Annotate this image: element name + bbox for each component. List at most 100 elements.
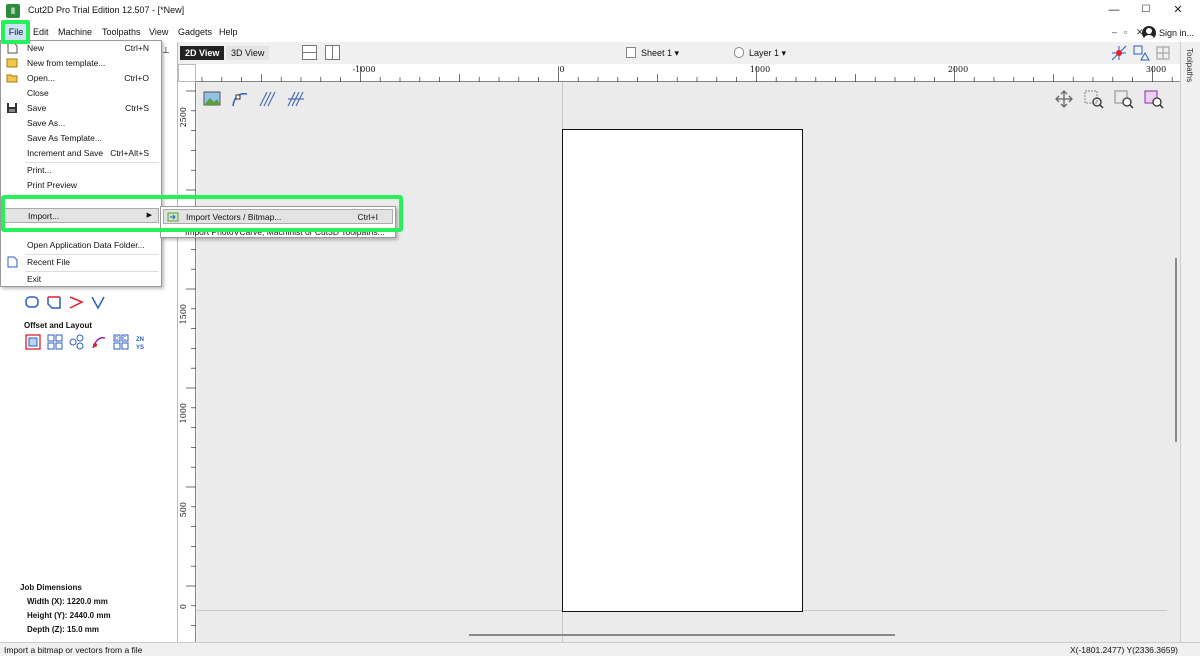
split-horizontal-icon[interactable] xyxy=(302,45,317,60)
array-copy-icon[interactable] xyxy=(47,334,63,350)
menu-gadgets[interactable]: Gadgets xyxy=(178,27,212,37)
horizontal-scrollbar[interactable] xyxy=(469,634,895,636)
material-sheet[interactable] xyxy=(562,129,803,612)
menu-item-print[interactable]: Print... xyxy=(1,163,161,178)
file-menu-highlight xyxy=(1,20,30,44)
ruler-label: 2000 xyxy=(947,65,969,74)
drawing-canvas[interactable] xyxy=(197,82,1180,642)
ruler-label: 0 xyxy=(559,65,565,74)
auto-layout-icon[interactable]: ZN YS xyxy=(135,334,151,350)
job-width: Width (X): 1220.0 mm xyxy=(27,597,108,606)
fillet-icon[interactable] xyxy=(24,294,40,310)
import-highlight xyxy=(1,195,403,232)
tool-row-vectors xyxy=(24,294,106,310)
status-message: Import a bitmap or vectors from a file xyxy=(4,645,143,655)
pan-icon[interactable] xyxy=(1053,88,1075,110)
sign-in-label: Sign in... xyxy=(1158,27,1194,38)
copy-along-path-icon[interactable] xyxy=(91,334,107,350)
sign-in-button[interactable]: Sign in... xyxy=(1141,24,1194,41)
menu-view[interactable]: View xyxy=(149,27,168,37)
menu-item-print-preview[interactable]: Print Preview xyxy=(1,178,161,193)
vertex-icon[interactable] xyxy=(90,294,106,310)
maximize-button[interactable]: ☐ xyxy=(1136,2,1156,18)
node-edit-icon[interactable] xyxy=(229,88,251,110)
zoom-extents-icon[interactable] xyxy=(1113,88,1135,110)
offset-layout-heading: Offset and Layout xyxy=(24,321,93,330)
close-button[interactable]: ✕ xyxy=(1168,2,1188,18)
sheet-icon xyxy=(626,47,636,58)
menu-item-save-as-template[interactable]: Save As Template... xyxy=(1,131,161,146)
ruler-label: 1000 xyxy=(749,65,771,74)
folder-open-icon xyxy=(6,74,18,83)
toolpath-show-icon[interactable] xyxy=(285,88,307,110)
ruler-label: 0 xyxy=(179,604,188,610)
ruler-label: -1000 xyxy=(352,65,376,74)
svg-text:ZN: ZN xyxy=(136,337,144,343)
layer-label: Layer 1 ▾ xyxy=(749,48,787,58)
snap-icon[interactable] xyxy=(1110,44,1128,62)
menu-edit[interactable]: Edit xyxy=(33,27,49,37)
sheet-label: Sheet 1 ▾ xyxy=(641,48,680,58)
dogbone-icon[interactable] xyxy=(68,294,84,310)
bitmap-icon[interactable] xyxy=(201,88,223,110)
menu-machine[interactable]: Machine xyxy=(58,27,92,37)
toolpath-preview-icon[interactable] xyxy=(257,88,279,110)
ruler-left: 2500 1500 1000 500 0 xyxy=(178,82,196,642)
menu-item-close[interactable]: Close xyxy=(1,86,161,101)
view-toolbar: 2D View 3D View Sheet 1 ▾ Layer 1 ▾ xyxy=(178,42,1180,64)
ruler-label: 1000 xyxy=(179,403,188,424)
tab-2d-view[interactable]: 2D View xyxy=(180,46,225,60)
sheet-dropdown[interactable]: Sheet 1 ▾ xyxy=(626,47,679,59)
shapes-icon[interactable] xyxy=(1132,44,1150,62)
svg-text:C: C xyxy=(123,336,127,342)
side-tab-strip: Toolpaths xyxy=(1180,42,1200,642)
zoom-selection-icon[interactable] xyxy=(1143,88,1165,110)
menu-item-open[interactable]: Open... Ctrl+O xyxy=(1,71,161,86)
menu-item-save-as[interactable]: Save As... xyxy=(1,116,161,131)
menu-item-open-app-data[interactable]: Open Application Data Folder... xyxy=(1,238,161,253)
chamfer-icon[interactable] xyxy=(46,294,62,310)
mdi-restore-button[interactable]: ▫ xyxy=(1124,27,1127,37)
menu-item-exit[interactable]: Exit xyxy=(1,272,161,287)
pin-icon[interactable]: ⊥ xyxy=(162,45,170,56)
tab-3d-view[interactable]: 3D View xyxy=(226,46,270,60)
tool-row-offset: DC ZN YS xyxy=(25,334,151,350)
zoom-box-icon[interactable] xyxy=(1083,88,1105,110)
offset-icon[interactable] xyxy=(25,334,41,350)
vertical-scrollbar[interactable] xyxy=(1175,258,1177,442)
ruler-label: 500 xyxy=(179,502,188,518)
title-bar: ‖ Cut2D Pro Trial Edition 12.507 - [*New… xyxy=(0,0,1200,22)
recent-file-icon xyxy=(7,256,18,268)
ruler-label: 3000 xyxy=(1145,65,1167,74)
menu-help[interactable]: Help xyxy=(219,27,238,37)
user-avatar-icon xyxy=(1141,25,1156,40)
ruler-top: -1000 0 1000 2000 3000 xyxy=(196,64,1180,82)
save-icon xyxy=(7,103,17,113)
menu-item-save[interactable]: Save Ctrl+S xyxy=(1,101,161,116)
job-height: Height (Y): 2440.0 mm xyxy=(27,611,111,620)
menu-bar: File Edit Machine Toolpaths View Gadgets… xyxy=(0,22,1200,42)
menu-toolpaths[interactable]: Toolpaths xyxy=(102,27,141,37)
ruler-corner[interactable] xyxy=(178,64,196,82)
template-icon xyxy=(6,58,18,68)
menu-item-recent-file[interactable]: Recent File xyxy=(1,255,161,270)
split-vertical-icon[interactable] xyxy=(325,45,340,60)
ruler-left-ticks xyxy=(186,90,196,626)
svg-text:D: D xyxy=(115,336,119,342)
mdi-minimize-button[interactable]: – xyxy=(1112,27,1117,37)
menu-item-new-from-template[interactable]: New from template... xyxy=(1,56,161,71)
app-icon: ‖ xyxy=(6,4,20,18)
layer-icon xyxy=(734,47,744,58)
menu-item-increment-save[interactable]: Increment and Save Ctrl+Alt+S xyxy=(1,146,161,161)
toolpaths-side-tab[interactable]: Toolpaths xyxy=(1185,48,1194,82)
window-title: Cut2D Pro Trial Edition 12.507 - [*New] xyxy=(28,5,185,15)
job-depth: Depth (Z): 15.0 mm xyxy=(27,625,100,634)
ruler-label: 1500 xyxy=(179,304,188,325)
layer-dropdown[interactable]: Layer 1 ▾ xyxy=(734,47,786,59)
status-bar: Import a bitmap or vectors from a file X… xyxy=(0,642,1200,656)
grid-icon[interactable] xyxy=(1154,44,1172,62)
circular-array-icon[interactable] xyxy=(69,334,85,350)
ruler-top-ticks xyxy=(201,66,1173,82)
nesting-icon[interactable]: DC xyxy=(113,334,129,350)
minimize-button[interactable]: — xyxy=(1104,2,1124,18)
